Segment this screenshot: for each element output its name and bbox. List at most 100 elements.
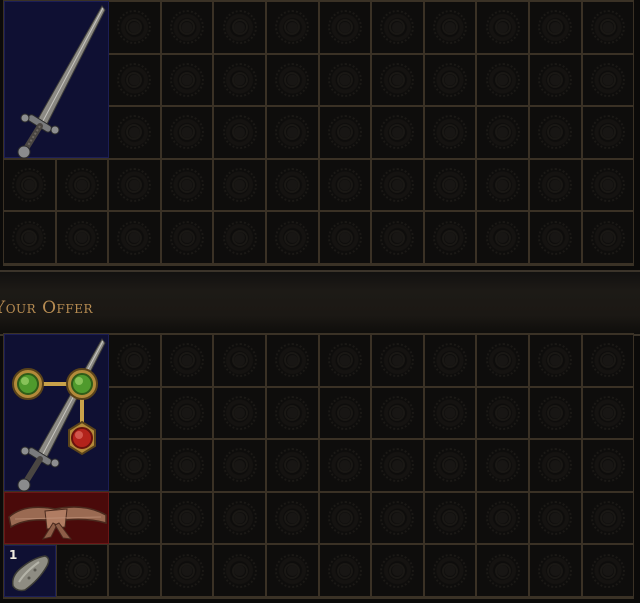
inventory-slot[interactable] bbox=[581, 439, 635, 492]
inventory-slot[interactable] bbox=[528, 211, 582, 264]
inventory-slot[interactable] bbox=[55, 211, 109, 264]
inventory-slot[interactable] bbox=[318, 386, 372, 440]
inventory-slot[interactable] bbox=[108, 544, 161, 597]
inventory-slot[interactable] bbox=[213, 53, 266, 107]
inventory-slot[interactable] bbox=[108, 1, 161, 54]
inventory-slot[interactable] bbox=[371, 439, 424, 492]
inventory-slot[interactable] bbox=[108, 211, 161, 264]
inventory-slot[interactable] bbox=[476, 334, 529, 387]
inventory-slot[interactable] bbox=[213, 544, 266, 597]
inventory-slot[interactable] bbox=[423, 158, 477, 212]
inventory-slot[interactable] bbox=[213, 439, 266, 492]
inventory-slot[interactable] bbox=[476, 439, 529, 492]
inventory-slot[interactable] bbox=[476, 106, 529, 159]
inventory-slot[interactable] bbox=[581, 544, 635, 597]
inventory-slot[interactable] bbox=[160, 386, 214, 440]
inventory-slot[interactable] bbox=[423, 211, 477, 264]
inventory-slot[interactable] bbox=[318, 1, 372, 54]
inventory-slot[interactable] bbox=[423, 386, 477, 440]
inventory-slot[interactable] bbox=[476, 1, 529, 54]
inventory-slot[interactable] bbox=[581, 106, 635, 159]
inventory-slot[interactable] bbox=[528, 544, 582, 597]
inventory-slot[interactable] bbox=[318, 53, 372, 107]
inventory-slot[interactable] bbox=[160, 439, 214, 492]
inventory-slot[interactable] bbox=[581, 53, 635, 107]
inventory-slot[interactable] bbox=[371, 544, 424, 597]
inventory-slot[interactable] bbox=[108, 158, 161, 212]
inventory-slot[interactable] bbox=[371, 158, 424, 212]
inventory-slot[interactable] bbox=[476, 491, 529, 545]
inventory-slot[interactable] bbox=[476, 386, 529, 440]
inventory-slot[interactable] bbox=[528, 439, 582, 492]
inventory-slot[interactable] bbox=[581, 334, 635, 387]
inventory-slot[interactable] bbox=[108, 491, 161, 545]
inventory-slot[interactable] bbox=[265, 386, 319, 440]
inventory-slot[interactable] bbox=[371, 491, 424, 545]
inventory-slot[interactable] bbox=[318, 211, 372, 264]
inventory-slot[interactable] bbox=[581, 1, 635, 54]
inventory-slot[interactable] bbox=[318, 491, 372, 545]
inventory-slot[interactable] bbox=[55, 158, 109, 212]
inventory-slot[interactable] bbox=[3, 211, 56, 264]
inventory-slot[interactable] bbox=[371, 386, 424, 440]
inventory-slot[interactable] bbox=[160, 53, 214, 107]
inventory-slot[interactable] bbox=[160, 106, 214, 159]
inventory-slot[interactable] bbox=[213, 158, 266, 212]
inventory-slot[interactable] bbox=[265, 544, 319, 597]
inventory-slot[interactable] bbox=[581, 386, 635, 440]
inventory-slot[interactable] bbox=[160, 158, 214, 212]
inventory-slot[interactable] bbox=[528, 1, 582, 54]
inventory-slot[interactable] bbox=[265, 106, 319, 159]
inventory-slot[interactable] bbox=[213, 491, 266, 545]
inventory-slot[interactable] bbox=[318, 334, 372, 387]
inventory-slot[interactable] bbox=[265, 491, 319, 545]
inventory-slot[interactable] bbox=[476, 211, 529, 264]
inventory-slot[interactable] bbox=[265, 211, 319, 264]
inventory-slot[interactable] bbox=[318, 439, 372, 492]
inventory-slot[interactable] bbox=[160, 334, 214, 387]
inventory-slot[interactable] bbox=[265, 158, 319, 212]
inventory-slot[interactable] bbox=[265, 334, 319, 387]
inventory-slot[interactable] bbox=[108, 106, 161, 159]
inventory-slot[interactable] bbox=[265, 439, 319, 492]
inventory-slot[interactable] bbox=[160, 1, 214, 54]
inventory-slot[interactable] bbox=[265, 1, 319, 54]
inventory-slot[interactable] bbox=[423, 334, 477, 387]
inventory-slot[interactable] bbox=[108, 334, 161, 387]
inventory-slot[interactable] bbox=[265, 53, 319, 107]
inventory-slot[interactable] bbox=[581, 158, 635, 212]
inventory-slot[interactable] bbox=[371, 53, 424, 107]
inventory-slot[interactable] bbox=[108, 386, 161, 440]
inventory-slot[interactable] bbox=[423, 491, 477, 545]
inventory-slot[interactable] bbox=[318, 158, 372, 212]
inventory-slot[interactable] bbox=[528, 53, 582, 107]
inventory-slot[interactable] bbox=[318, 544, 372, 597]
inventory-slot[interactable] bbox=[371, 211, 424, 264]
inventory-slot[interactable] bbox=[528, 491, 582, 545]
inventory-slot[interactable] bbox=[476, 53, 529, 107]
inventory-slot[interactable] bbox=[581, 491, 635, 545]
inventory-slot[interactable] bbox=[160, 544, 214, 597]
inventory-slot[interactable] bbox=[318, 106, 372, 159]
inventory-slot[interactable] bbox=[160, 491, 214, 545]
inventory-slot[interactable] bbox=[108, 439, 161, 492]
vendor-sword-item[interactable] bbox=[4, 1, 109, 159]
inventory-slot[interactable] bbox=[213, 386, 266, 440]
inventory-slot[interactable] bbox=[528, 386, 582, 440]
inventory-slot[interactable] bbox=[423, 544, 477, 597]
inventory-slot[interactable] bbox=[213, 334, 266, 387]
inventory-slot[interactable] bbox=[423, 53, 477, 107]
inventory-slot[interactable] bbox=[3, 158, 56, 212]
inventory-slot[interactable] bbox=[528, 334, 582, 387]
inventory-slot[interactable] bbox=[160, 211, 214, 264]
inventory-slot[interactable] bbox=[476, 544, 529, 597]
inventory-slot[interactable] bbox=[476, 158, 529, 212]
inventory-slot[interactable] bbox=[423, 1, 477, 54]
inventory-slot[interactable] bbox=[581, 211, 635, 264]
inventory-slot[interactable] bbox=[528, 106, 582, 159]
inventory-slot[interactable] bbox=[371, 106, 424, 159]
inventory-slot[interactable] bbox=[371, 334, 424, 387]
inventory-slot[interactable] bbox=[213, 106, 266, 159]
inventory-slot[interactable] bbox=[213, 1, 266, 54]
inventory-slot[interactable] bbox=[108, 53, 161, 107]
